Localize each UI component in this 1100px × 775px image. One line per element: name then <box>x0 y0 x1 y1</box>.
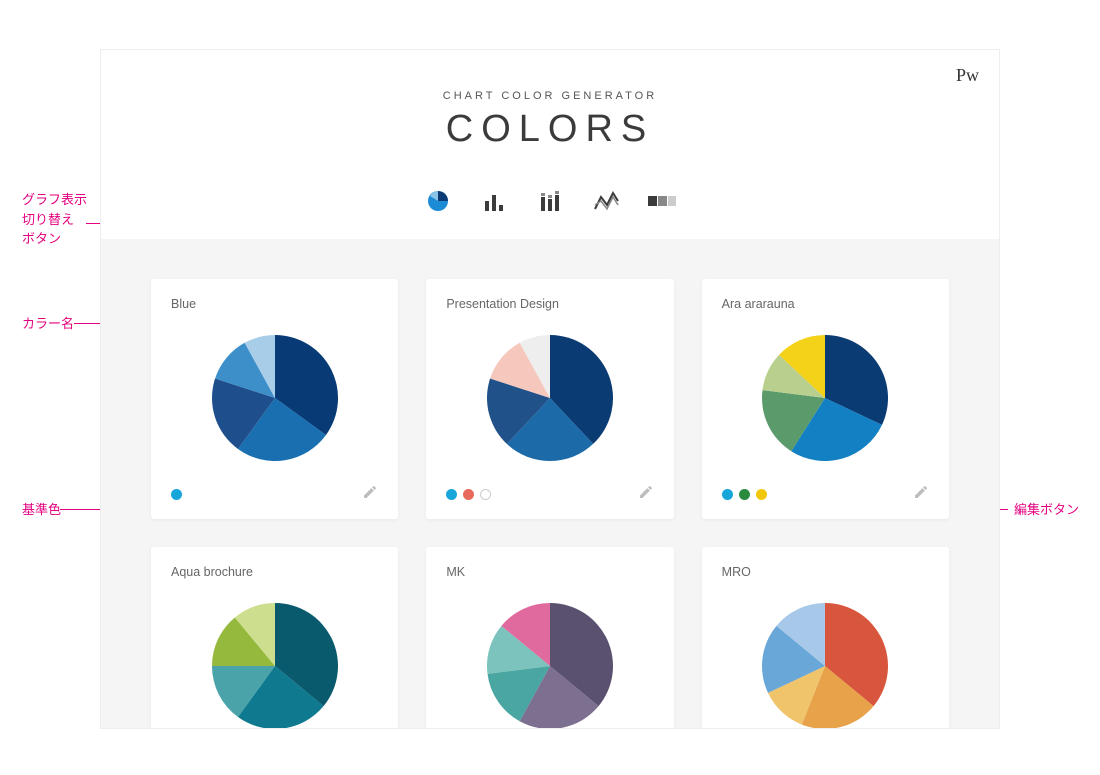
color-swatch <box>739 489 750 500</box>
color-swatch <box>446 489 457 500</box>
annotation-switcher-label: グラフ表示 切り替え ボタン <box>22 190 87 249</box>
card-title: Blue <box>171 297 378 311</box>
base-color-swatches <box>446 489 491 500</box>
edit-icon <box>913 484 929 500</box>
pie-wrap <box>722 311 929 485</box>
base-color-swatches <box>722 489 767 500</box>
header: CHART COLOR GENERATOR COLORS <box>101 50 999 151</box>
card-title: Aqua brochure <box>171 565 378 579</box>
annotation-color-name-label: カラー名 <box>22 314 74 334</box>
view-gradient-button[interactable] <box>648 187 676 215</box>
edit-icon <box>638 484 654 500</box>
pie-chart <box>212 603 338 729</box>
annotation-base-color-label: 基準色 <box>22 500 61 520</box>
view-stacked-bar-button[interactable] <box>536 187 564 215</box>
card-title: Ara ararauna <box>722 297 929 311</box>
pie-chart <box>762 603 888 729</box>
color-swatch <box>756 489 767 500</box>
card-footer <box>722 485 929 503</box>
pie-chart <box>487 603 613 729</box>
pie-chart-icon <box>426 189 450 213</box>
palette-card[interactable]: Ara ararauna <box>702 279 949 519</box>
edit-button[interactable] <box>362 484 378 505</box>
base-color-swatches <box>171 489 182 500</box>
view-line-button[interactable] <box>592 187 620 215</box>
brand-logo: Pw <box>956 65 979 86</box>
view-pie-button[interactable] <box>424 187 452 215</box>
pie-wrap <box>446 311 653 485</box>
view-bar-button[interactable] <box>480 187 508 215</box>
edit-icon <box>362 484 378 500</box>
gradient-icon <box>648 196 676 206</box>
card-title: Presentation Design <box>446 297 653 311</box>
palette-card[interactable]: Presentation Design <box>426 279 673 519</box>
stacked-bar-icon <box>538 189 562 213</box>
palette-card[interactable]: Aqua brochure <box>151 547 398 729</box>
pie-chart <box>762 335 888 461</box>
content-area: Blue Presentation Design Ara ararauna Aqua … <box>101 239 999 729</box>
edit-button[interactable] <box>638 484 654 505</box>
pie-wrap <box>171 579 378 729</box>
app-subtitle: CHART COLOR GENERATOR <box>101 90 999 102</box>
pie-wrap <box>722 579 929 729</box>
card-footer <box>446 485 653 503</box>
color-swatch <box>722 489 733 500</box>
card-footer <box>171 485 378 503</box>
card-grid: Blue Presentation Design Ara ararauna Aqua … <box>151 279 949 729</box>
color-swatch <box>171 489 182 500</box>
view-switcher <box>101 183 999 219</box>
palette-card[interactable]: Blue <box>151 279 398 519</box>
line-chart-icon <box>593 189 619 213</box>
card-title: MK <box>446 565 653 579</box>
card-title: MRO <box>722 565 929 579</box>
pie-chart <box>212 335 338 461</box>
pie-chart <box>487 335 613 461</box>
bar-chart-icon <box>482 189 506 213</box>
edit-button[interactable] <box>913 484 929 505</box>
palette-card[interactable]: MK <box>426 547 673 729</box>
app-title: COLORS <box>101 108 999 151</box>
color-swatch <box>480 489 491 500</box>
app-window: Pw CHART COLOR GENERATOR COLORS <box>100 49 1000 729</box>
pie-wrap <box>446 579 653 729</box>
annotation-edit-button-label: 編集ボタン <box>1014 500 1079 520</box>
color-swatch <box>463 489 474 500</box>
palette-card[interactable]: MRO <box>702 547 949 729</box>
pie-wrap <box>171 311 378 485</box>
